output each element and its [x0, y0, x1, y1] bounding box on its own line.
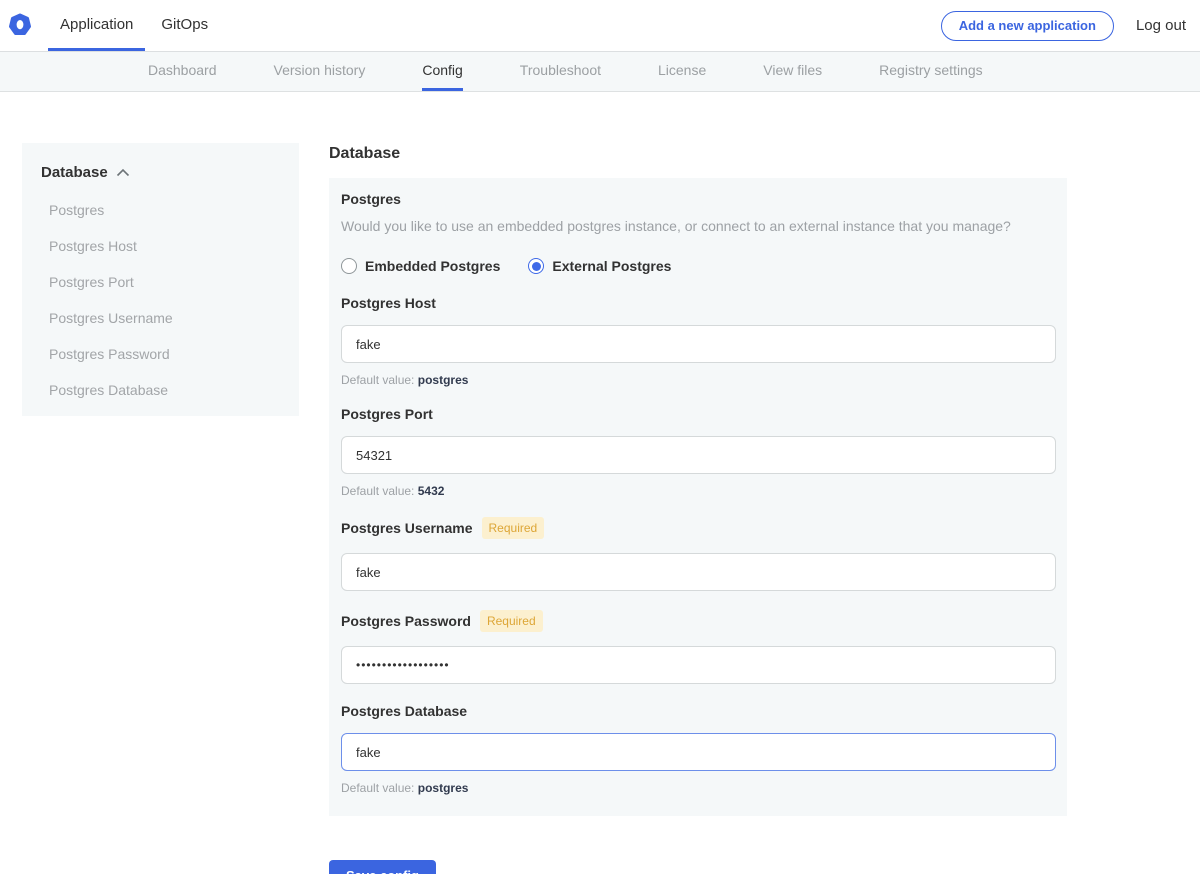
heptagon-logo-icon — [8, 13, 32, 38]
postgres-port-default-helper: Default value: 5432 — [341, 484, 1056, 498]
sidebar-item-postgres-database[interactable]: Postgres Database — [41, 382, 283, 398]
config-main: Database Postgres Would you like to use … — [329, 145, 1067, 874]
subnav-config-label: Config — [422, 62, 462, 78]
postgres-database-label: Postgres Database — [341, 703, 467, 719]
postgres-host-input[interactable] — [341, 325, 1056, 363]
external-postgres-label: External Postgres — [552, 258, 671, 274]
postgres-username-label: Postgres Username — [341, 520, 473, 536]
sidebar-group-database[interactable]: Database — [41, 164, 283, 181]
sidebar-item-postgres-username[interactable]: Postgres Username — [41, 310, 283, 326]
postgres-password-input[interactable] — [341, 646, 1056, 684]
radio-unchecked-icon — [341, 258, 357, 274]
subnav-registry-settings-label: Registry settings — [879, 62, 982, 78]
logout-link[interactable]: Log out — [1136, 17, 1186, 34]
field-postgres-password: Postgres Password Required — [341, 610, 1056, 684]
subnav-item-config[interactable]: Config — [422, 52, 462, 91]
tab-application-label: Application — [60, 16, 133, 33]
sidebar-item-postgres-password[interactable]: Postgres Password — [41, 346, 283, 362]
subnav-item-version-history[interactable]: Version history — [274, 52, 366, 91]
subnav-item-dashboard[interactable]: Dashboard — [148, 52, 217, 91]
postgres-database-input[interactable] — [341, 733, 1056, 771]
add-application-button[interactable]: Add a new application — [941, 11, 1114, 41]
config-content: Database Postgres Postgres Host Postgres… — [0, 92, 1200, 873]
field-postgres-port: Postgres Port Default value: 5432 — [341, 406, 1056, 498]
postgres-port-label: Postgres Port — [341, 406, 433, 422]
sidebar-item-postgres-host[interactable]: Postgres Host — [41, 238, 283, 254]
required-badge: Required — [482, 517, 545, 539]
postgres-username-input[interactable] — [341, 553, 1056, 591]
subnav-item-view-files[interactable]: View files — [763, 52, 822, 91]
postgres-host-label: Postgres Host — [341, 295, 436, 311]
subnav-license-label: License — [658, 62, 706, 78]
subnav-item-registry-settings[interactable]: Registry settings — [879, 52, 982, 91]
subnav-troubleshoot-label: Troubleshoot — [520, 62, 601, 78]
chevron-up-icon — [116, 168, 130, 177]
required-badge: Required — [480, 610, 543, 632]
subnav-version-history-label: Version history — [274, 62, 366, 78]
tab-gitops-label: GitOps — [161, 16, 208, 33]
postgres-password-label: Postgres Password — [341, 613, 471, 629]
sidebar-item-postgres[interactable]: Postgres — [41, 202, 283, 218]
sidebar-item-postgres-port[interactable]: Postgres Port — [41, 274, 283, 290]
top-bar-right: Add a new application Log out — [941, 0, 1200, 51]
group-name: Postgres — [341, 191, 1056, 207]
database-config-panel: Postgres Would you like to use an embedd… — [329, 178, 1067, 816]
embedded-postgres-label: Embedded Postgres — [365, 258, 500, 274]
postgres-port-input[interactable] — [341, 436, 1056, 474]
subnav-view-files-label: View files — [763, 62, 822, 78]
field-postgres-username: Postgres Username Required — [341, 517, 1056, 591]
app-subnav: Dashboard Version history Config Trouble… — [0, 52, 1200, 92]
sidebar-group-title: Database — [41, 164, 108, 181]
save-config-button[interactable]: Save config — [329, 860, 436, 874]
postgres-type-radio-group: Embedded Postgres External Postgres — [341, 258, 1056, 274]
embedded-postgres-radio[interactable]: Embedded Postgres — [341, 258, 500, 274]
config-sidebar: Database Postgres Postgres Host Postgres… — [22, 143, 299, 416]
admin-console-page: Application GitOps Add a new application… — [0, 0, 1200, 874]
section-title: Database — [329, 145, 1067, 163]
radio-checked-icon — [528, 258, 544, 274]
top-bar: Application GitOps Add a new application… — [0, 0, 1200, 52]
tab-gitops[interactable]: GitOps — [149, 0, 220, 51]
subnav-item-license[interactable]: License — [658, 52, 706, 91]
app-logo[interactable] — [0, 0, 46, 51]
postgres-host-default-helper: Default value: postgres — [341, 373, 1056, 387]
field-postgres-database: Postgres Database Default value: postgre… — [341, 703, 1056, 795]
subnav-dashboard-label: Dashboard — [148, 62, 217, 78]
postgres-database-default-helper: Default value: postgres — [341, 781, 1056, 795]
external-postgres-radio[interactable]: External Postgres — [528, 258, 671, 274]
field-postgres-host: Postgres Host Default value: postgres — [341, 295, 1056, 387]
subnav-item-troubleshoot[interactable]: Troubleshoot — [520, 52, 601, 91]
group-description: Would you like to use an embedded postgr… — [341, 218, 1056, 234]
tab-application[interactable]: Application — [48, 0, 145, 51]
